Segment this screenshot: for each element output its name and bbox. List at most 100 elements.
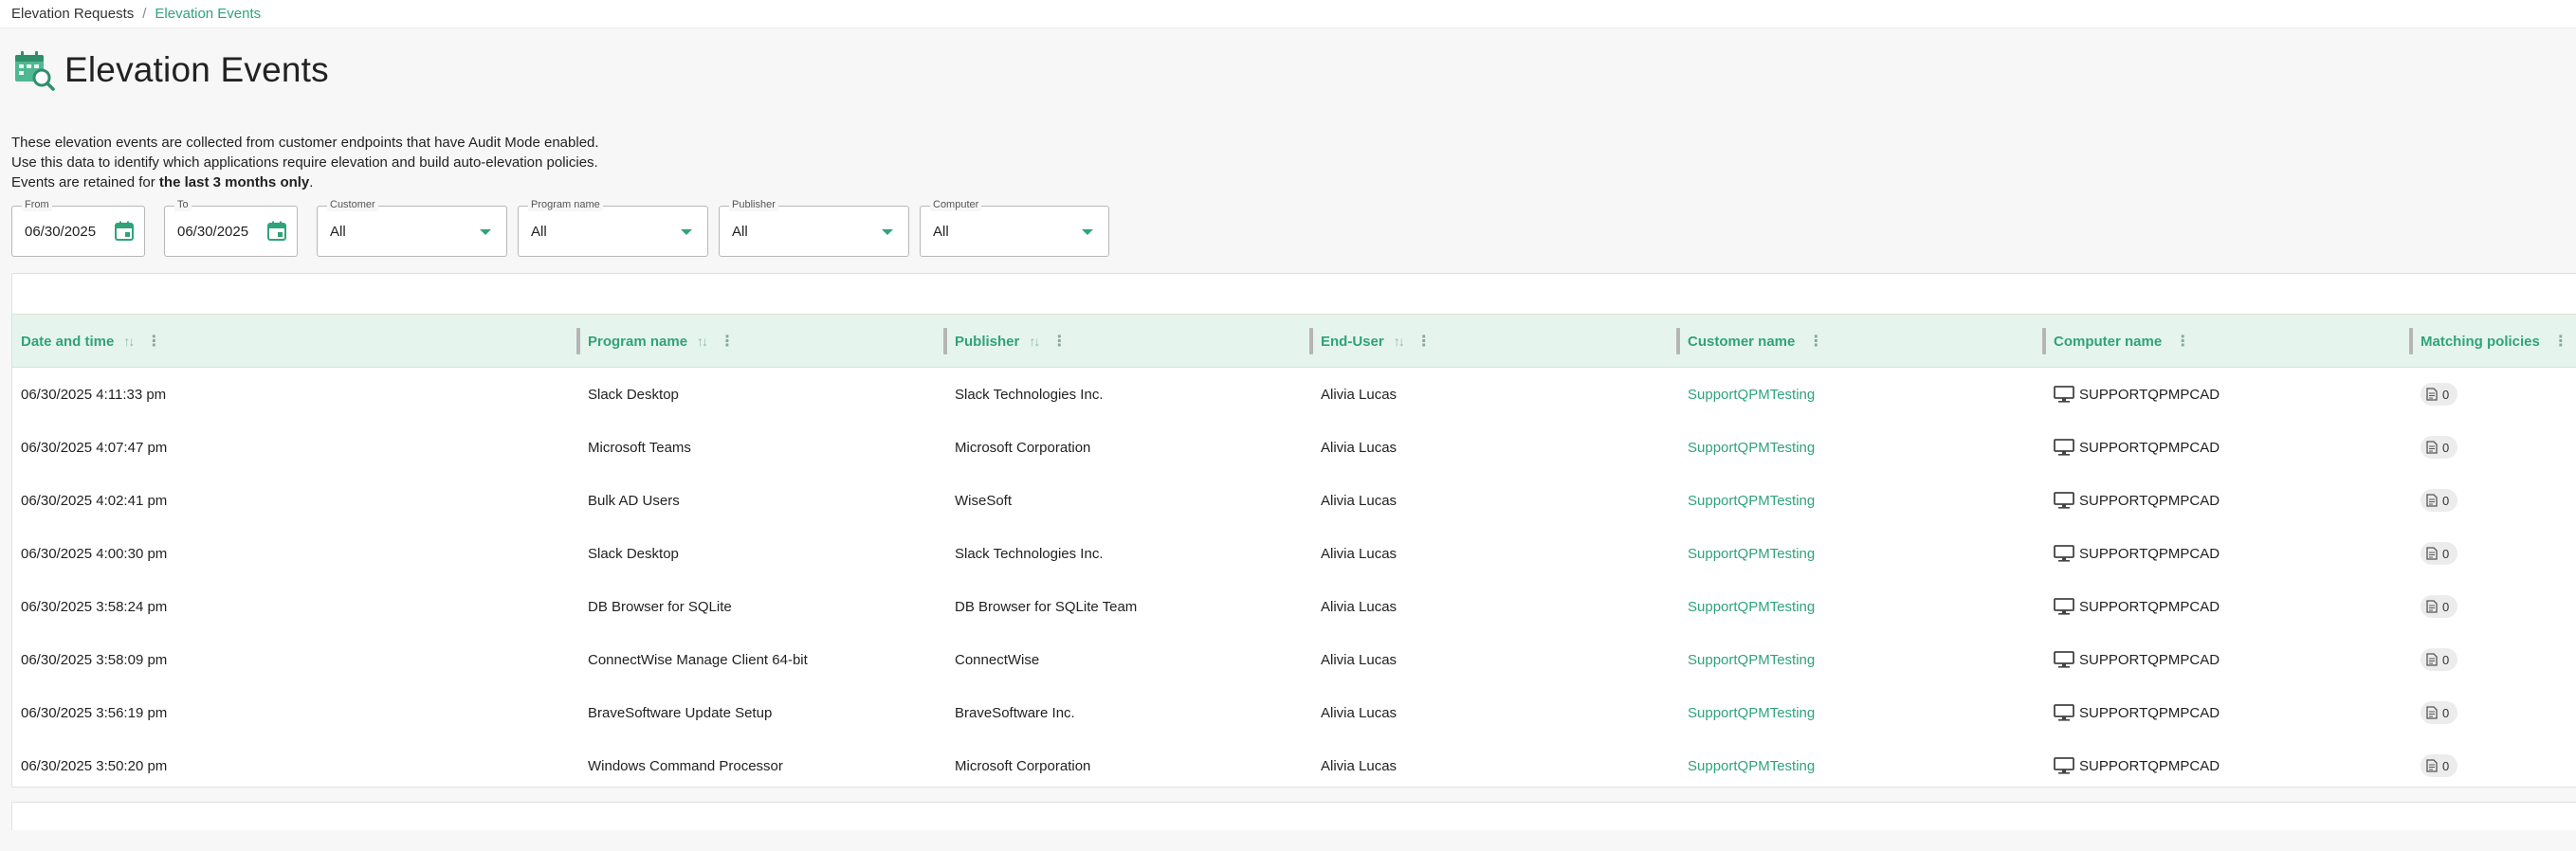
customer-select[interactable]: Customer All <box>317 198 507 257</box>
table-row[interactable]: 06/30/2025 4:02:41 pm Bulk AD Users WiseSo… <box>12 474 2576 527</box>
column-menu-icon[interactable]: ⋮ <box>1808 332 1823 351</box>
customer-link[interactable]: SupportQPMTesting <box>1688 686 1815 739</box>
matching-policies-badge[interactable]: 0 <box>2421 754 2458 777</box>
column-header-date[interactable]: Date and time ↑↓ ⋮ <box>21 315 161 368</box>
computer-name: SUPPORTQPMPCAD <box>2079 704 2220 721</box>
customer-link[interactable]: SupportQPMTesting <box>1688 368 1815 421</box>
column-resize-handle[interactable] <box>1309 328 1313 354</box>
cell-end-user: Alivia Lucas <box>1321 757 1398 774</box>
cell-end-user: Alivia Lucas <box>1321 386 1398 403</box>
cell-policies: 0 <box>2421 633 2458 686</box>
column-header-publisher[interactable]: Publisher ↑↓ ⋮ <box>955 315 1067 368</box>
chevron-down-icon <box>1082 229 1093 235</box>
customer-link[interactable]: SupportQPMTesting <box>1688 527 1815 580</box>
monitor-icon <box>2054 704 2074 721</box>
column-header-end-user[interactable]: End-User ↑↓ ⋮ <box>1321 315 1432 368</box>
table-row[interactable]: 06/30/2025 4:07:47 pm Microsoft Teams Micr… <box>12 421 2576 474</box>
column-menu-icon[interactable]: ⋮ <box>2553 332 2568 351</box>
calendar-icon[interactable] <box>266 221 287 242</box>
sort-icon[interactable]: ↑↓ <box>697 334 708 349</box>
matching-policies-badge[interactable]: 0 <box>2421 542 2458 565</box>
matching-policies-badge[interactable]: 0 <box>2421 701 2458 724</box>
page-title: Elevation Events <box>64 50 329 89</box>
cell-publisher: Microsoft Corporation <box>955 757 1091 774</box>
cell-program: Slack Desktop <box>588 545 679 562</box>
publisher-select[interactable]: Publisher All <box>719 198 909 257</box>
column-header-date-label: Date and time <box>21 333 115 350</box>
monitor-icon <box>2054 386 2074 403</box>
to-date-field[interactable]: To 06/30/2025 <box>164 198 298 257</box>
column-header-program[interactable]: Program name ↑↓ ⋮ <box>588 315 735 368</box>
table-row[interactable]: 06/30/2025 3:50:20 pm Windows Command Pro… <box>12 739 2576 792</box>
policy-count: 0 <box>2442 599 2450 614</box>
cell-computer: SUPPORTQPMPCAD <box>2054 527 2220 580</box>
matching-policies-badge[interactable]: 0 <box>2421 436 2458 459</box>
cell-end-user: Alivia Lucas <box>1321 439 1398 456</box>
from-date-field[interactable]: From 06/30/2025 <box>11 198 145 257</box>
monitor-icon <box>2054 439 2074 456</box>
customer-link[interactable]: SupportQPMTesting <box>1688 474 1815 527</box>
cell-publisher: Microsoft Corporation <box>955 439 1091 456</box>
table-row[interactable]: 06/30/2025 3:58:09 pm ConnectWise Manage … <box>12 633 2576 686</box>
column-resize-handle[interactable] <box>576 328 580 354</box>
column-menu-icon[interactable]: ⋮ <box>2175 332 2190 351</box>
computer-name: SUPPORTQPMPCAD <box>2079 651 2220 668</box>
column-menu-icon[interactable]: ⋮ <box>1416 332 1432 351</box>
computer-select-label: Computer <box>930 198 982 211</box>
matching-policies-badge[interactable]: 0 <box>2421 595 2458 618</box>
column-menu-icon[interactable]: ⋮ <box>720 332 735 351</box>
table-header: Date and time ↑↓ ⋮ Program name ↑↓ ⋮ Pub… <box>12 315 2576 368</box>
document-icon <box>2426 759 2438 772</box>
calendar-icon[interactable] <box>114 221 135 242</box>
matching-policies-badge[interactable]: 0 <box>2421 383 2458 406</box>
column-header-customer[interactable]: Customer name ⋮ <box>1688 315 1823 368</box>
table-row[interactable]: 06/30/2025 3:56:19 pm BraveSoftware Updat… <box>12 686 2576 739</box>
column-resize-handle[interactable] <box>2409 328 2413 354</box>
table-row[interactable]: 06/30/2025 4:00:30 pm Slack Desktop Slack … <box>12 527 2576 580</box>
publisher-select-label: Publisher <box>729 198 778 211</box>
computer-name: SUPPORTQPMPCAD <box>2079 598 2220 615</box>
column-resize-handle[interactable] <box>1676 328 1680 354</box>
publisher-select-value: All <box>732 224 748 240</box>
breadcrumb-elevation-requests[interactable]: Elevation Requests <box>11 6 134 22</box>
sort-icon[interactable]: ↑↓ <box>123 334 135 349</box>
document-icon <box>2426 547 2438 560</box>
customer-link[interactable]: SupportQPMTesting <box>1688 421 1815 474</box>
customer-link[interactable]: SupportQPMTesting <box>1688 633 1815 686</box>
cell-publisher: BraveSoftware Inc. <box>955 704 1075 721</box>
matching-policies-badge[interactable]: 0 <box>2421 489 2458 512</box>
matching-policies-badge[interactable]: 0 <box>2421 648 2458 671</box>
computer-select[interactable]: Computer All <box>920 198 1109 257</box>
column-header-computer[interactable]: Computer name ⋮ <box>2054 315 2190 368</box>
column-menu-icon[interactable]: ⋮ <box>146 332 161 351</box>
cell-date: 06/30/2025 4:11:33 pm <box>21 386 167 403</box>
table-row[interactable]: 06/30/2025 3:58:24 pm DB Browser for SQLi… <box>12 580 2576 633</box>
policy-count: 0 <box>2442 546 2450 561</box>
sort-icon[interactable]: ↑↓ <box>1394 334 1405 349</box>
chevron-down-icon <box>882 229 893 235</box>
breadcrumb: Elevation Requests / Elevation Events <box>0 0 2576 28</box>
cell-date: 06/30/2025 4:00:30 pm <box>21 545 168 562</box>
column-header-end-user-label: End-User <box>1321 333 1384 350</box>
customer-link[interactable]: SupportQPMTesting <box>1688 739 1815 792</box>
program-name-select-value: All <box>531 224 547 240</box>
retention-period: the last 3 months only <box>158 174 310 190</box>
program-name-select[interactable]: Program name All <box>518 198 708 257</box>
description-line-3-suffix: . <box>309 174 314 190</box>
column-header-policies[interactable]: Matching policies ⋮ <box>2421 315 2568 368</box>
monitor-icon <box>2054 598 2074 615</box>
customer-link[interactable]: SupportQPMTesting <box>1688 580 1815 633</box>
customer-select-label: Customer <box>327 198 378 211</box>
table-row[interactable]: 06/30/2025 4:11:33 pm Slack Desktop Slack … <box>12 368 2576 421</box>
sort-icon[interactable]: ↑↓ <box>1029 334 1040 349</box>
computer-name: SUPPORTQPMPCAD <box>2079 492 2220 509</box>
column-menu-icon[interactable]: ⋮ <box>1051 332 1067 351</box>
cell-program: Windows Command Processor <box>588 757 783 774</box>
computer-name: SUPPORTQPMPCAD <box>2079 439 2220 456</box>
column-header-publisher-label: Publisher <box>955 333 1020 350</box>
cell-date: 06/30/2025 3:50:20 pm <box>21 757 168 774</box>
column-resize-handle[interactable] <box>2042 328 2046 354</box>
chevron-down-icon <box>480 229 491 235</box>
cell-policies: 0 <box>2421 527 2458 580</box>
column-resize-handle[interactable] <box>943 328 947 354</box>
